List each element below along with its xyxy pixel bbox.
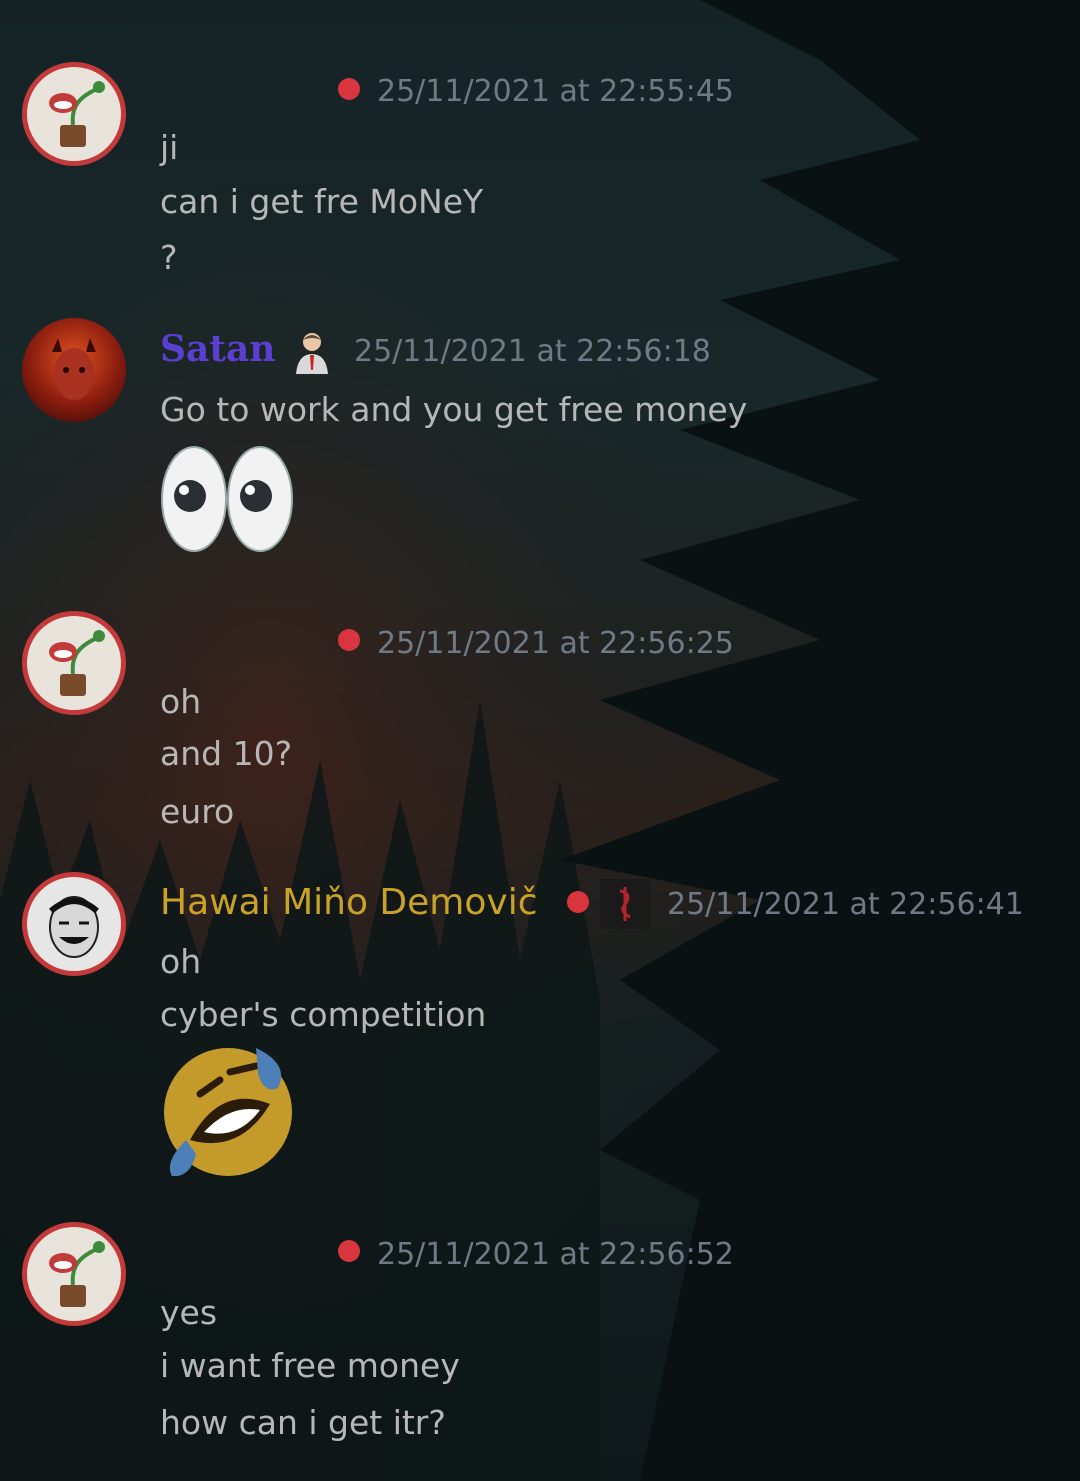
eyes-emoji <box>160 444 296 558</box>
avatar[interactable] <box>22 318 126 422</box>
message-timestamp: 25/11/2021 at 22:56:18 <box>354 334 711 369</box>
businessman-icon <box>292 330 332 374</box>
message-line: euro <box>160 792 235 831</box>
potted-plant-icon <box>49 630 105 696</box>
rofl-emoji <box>160 1044 296 1184</box>
potted-plant-icon <box>49 1241 105 1307</box>
message-line: ? <box>160 238 178 277</box>
message-line: and 10? <box>160 734 293 773</box>
message-line: how can i get itr? <box>160 1403 446 1442</box>
message-line: oh <box>160 682 202 721</box>
status-dot <box>338 629 360 651</box>
message-timestamp: 25/11/2021 at 22:56:52 <box>377 1237 734 1272</box>
avatar[interactable] <box>22 872 126 976</box>
status-dot <box>338 1240 360 1262</box>
avatar[interactable] <box>22 611 126 715</box>
message-line: yes <box>160 1293 218 1332</box>
author-name[interactable]: Hawai Miňo Demovič <box>160 882 538 923</box>
message-timestamp: 25/11/2021 at 22:56:25 <box>377 626 734 661</box>
author-name[interactable]: Satan <box>160 328 275 370</box>
avatar[interactable] <box>22 62 126 166</box>
message-line: ji <box>160 128 179 167</box>
message-line: oh <box>160 942 202 981</box>
devil-face-icon <box>52 338 96 400</box>
message-line: cyber's competition <box>160 995 487 1034</box>
slipknot-logo-icon <box>600 879 650 929</box>
avatar[interactable] <box>22 1222 126 1326</box>
message-timestamp: 25/11/2021 at 22:55:45 <box>377 74 734 109</box>
message-line: can i get fre MoNeY <box>160 182 484 221</box>
potted-plant-icon <box>49 81 105 147</box>
status-dot <box>567 891 589 913</box>
message-line: Go to work and you get free money <box>160 390 748 429</box>
message-timestamp: 25/11/2021 at 22:56:41 <box>667 887 1024 922</box>
laughing-face-icon <box>49 896 99 958</box>
message-line: i want free money <box>160 1346 460 1385</box>
status-dot <box>338 78 360 100</box>
